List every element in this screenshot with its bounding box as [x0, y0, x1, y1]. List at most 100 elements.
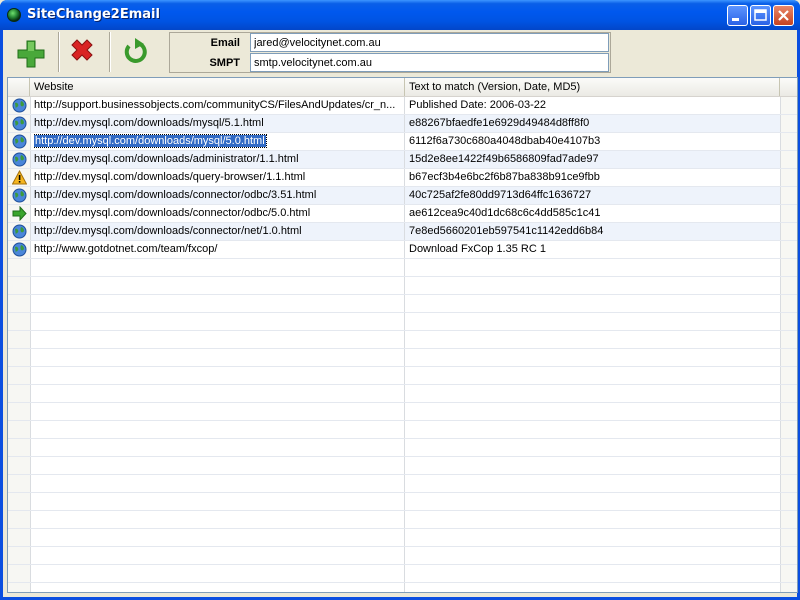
- row-icon-cell: [8, 151, 31, 168]
- website-cell[interactable]: http://dev.mysql.com/downloads/connector…: [34, 205, 402, 222]
- row-filler-cell: [780, 547, 797, 564]
- website-url: http://dev.mysql.com/downloads/administr…: [34, 153, 299, 165]
- table-row[interactable]: http://dev.mysql.com/downloads/connector…: [8, 223, 797, 241]
- empty-row: [8, 475, 797, 493]
- row-icon-cell: [8, 223, 31, 240]
- column-divider: [404, 331, 405, 348]
- row-filler-cell: [780, 439, 797, 456]
- table-row[interactable]: http://dev.mysql.com/downloads/connector…: [8, 187, 797, 205]
- row-icon-cell: [8, 295, 31, 312]
- text-to-match-cell[interactable]: Published Date: 2006-03-22: [409, 97, 777, 114]
- empty-row: [8, 583, 797, 592]
- minimize-button[interactable]: [727, 5, 748, 26]
- row-icon-cell: [8, 187, 31, 204]
- website-url: http://dev.mysql.com/downloads/mysql/5.1…: [34, 117, 264, 129]
- row-icon-cell: [8, 385, 31, 402]
- website-grid[interactable]: Website Text to match (Version, Date, MD…: [7, 77, 798, 593]
- empty-row: [8, 277, 797, 295]
- column-divider: [404, 403, 405, 420]
- column-divider: [404, 97, 405, 114]
- table-row[interactable]: http://www.gotdotnet.com/team/fxcop/Down…: [8, 241, 797, 259]
- table-row[interactable]: http://dev.mysql.com/downloads/administr…: [8, 151, 797, 169]
- close-button[interactable]: [773, 5, 794, 26]
- add-plus-icon: [17, 40, 45, 68]
- text-to-match-cell[interactable]: ae612cea9c40d1dc68c6c4dd585c1c41: [409, 205, 777, 222]
- text-to-match-cell[interactable]: 6112f6a730c680a4048dbab40e4107b3: [409, 133, 777, 150]
- maximize-button[interactable]: [750, 5, 771, 26]
- row-icon-cell: [8, 313, 31, 330]
- add-button[interactable]: [7, 32, 57, 72]
- website-cell[interactable]: http://dev.mysql.com/downloads/connector…: [34, 223, 402, 240]
- text-to-match-cell[interactable]: 15d2e8ee1422f49b6586809fad7ade97: [409, 151, 777, 168]
- website-cell[interactable]: http://support.businessobjects.com/commu…: [34, 97, 402, 114]
- empty-row: [8, 439, 797, 457]
- empty-row: [8, 259, 797, 277]
- refresh-button[interactable]: [111, 32, 161, 72]
- empty-row: [8, 457, 797, 475]
- empty-row: [8, 313, 797, 331]
- row-filler-cell: [780, 133, 797, 150]
- email-field[interactable]: [250, 33, 609, 52]
- website-cell[interactable]: http://dev.mysql.com/downloads/mysql/5.0…: [34, 133, 402, 150]
- column-divider: [404, 547, 405, 564]
- title-bar[interactable]: SiteChange2Email: [0, 0, 800, 30]
- row-filler-cell: [780, 349, 797, 366]
- empty-row: [8, 295, 797, 313]
- website-cell[interactable]: http://dev.mysql.com/downloads/connector…: [34, 187, 402, 204]
- row-icon-cell: [8, 475, 31, 492]
- empty-row: [8, 403, 797, 421]
- column-divider: [404, 421, 405, 438]
- table-row[interactable]: http://support.businessobjects.com/commu…: [8, 97, 797, 115]
- row-icon-cell: [8, 403, 31, 420]
- column-divider: [404, 493, 405, 510]
- empty-row: [8, 385, 797, 403]
- credentials-panel: Email SMPT: [169, 32, 611, 73]
- text-to-match-cell[interactable]: 40c725af2fe80dd9713d64ffc1636727: [409, 187, 777, 204]
- email-label: Email: [210, 37, 240, 49]
- delete-button[interactable]: [57, 32, 107, 72]
- column-divider: [404, 187, 405, 204]
- row-icon-cell: [8, 367, 31, 384]
- empty-row: [8, 421, 797, 439]
- row-icon-cell: [8, 421, 31, 438]
- table-row[interactable]: http://dev.mysql.com/downloads/query-bro…: [8, 169, 797, 187]
- row-filler-cell: [780, 421, 797, 438]
- column-divider: [404, 295, 405, 312]
- row-icon-cell: [8, 349, 31, 366]
- table-row[interactable]: http://dev.mysql.com/downloads/mysql/5.1…: [8, 115, 797, 133]
- website-cell[interactable]: http://www.gotdotnet.com/team/fxcop/: [34, 241, 402, 258]
- row-filler-cell: [780, 367, 797, 384]
- row-icon-cell: [8, 331, 31, 348]
- column-divider: [404, 223, 405, 240]
- column-divider: [404, 133, 405, 150]
- text-to-match-cell[interactable]: b67ecf3b4e6bc2f6b87ba838b91ce9fbb: [409, 169, 777, 186]
- close-icon: [778, 10, 789, 21]
- column-header-text-to-match[interactable]: Text to match (Version, Date, MD5): [405, 78, 780, 96]
- table-row[interactable]: http://dev.mysql.com/downloads/mysql/5.0…: [8, 133, 797, 151]
- website-cell[interactable]: http://dev.mysql.com/downloads/query-bro…: [34, 169, 402, 186]
- row-icon-cell: [8, 565, 31, 582]
- row-filler-cell: [780, 187, 797, 204]
- website-cell[interactable]: http://dev.mysql.com/downloads/administr…: [34, 151, 402, 168]
- column-header-website[interactable]: Website: [30, 78, 405, 96]
- globe-icon: [12, 116, 27, 131]
- empty-row: [8, 565, 797, 583]
- globe-icon: [12, 134, 27, 149]
- website-url: http://support.businessobjects.com/commu…: [34, 99, 396, 111]
- row-icon-cell: [8, 511, 31, 528]
- column-divider: [404, 241, 405, 258]
- website-cell[interactable]: http://dev.mysql.com/downloads/mysql/5.1…: [34, 115, 402, 132]
- delete-x-icon: [71, 39, 93, 61]
- text-to-match-cell[interactable]: 7e8ed5660201eb597541c1142edd6b84: [409, 223, 777, 240]
- text-to-match-cell[interactable]: Download FxCop 1.35 RC 1: [409, 241, 777, 258]
- table-row[interactable]: http://dev.mysql.com/downloads/connector…: [8, 205, 797, 223]
- column-header-icon[interactable]: [8, 78, 30, 96]
- minimize-icon: [732, 18, 739, 21]
- column-divider: [404, 367, 405, 384]
- row-filler-cell: [780, 259, 797, 276]
- column-divider: [404, 583, 405, 592]
- row-filler-cell: [780, 151, 797, 168]
- text-to-match-cell[interactable]: e88267bfaedfe1e6929d49484d8ff8f0: [409, 115, 777, 132]
- smpt-field[interactable]: [250, 53, 609, 72]
- website-url: http://dev.mysql.com/downloads/query-bro…: [34, 171, 306, 183]
